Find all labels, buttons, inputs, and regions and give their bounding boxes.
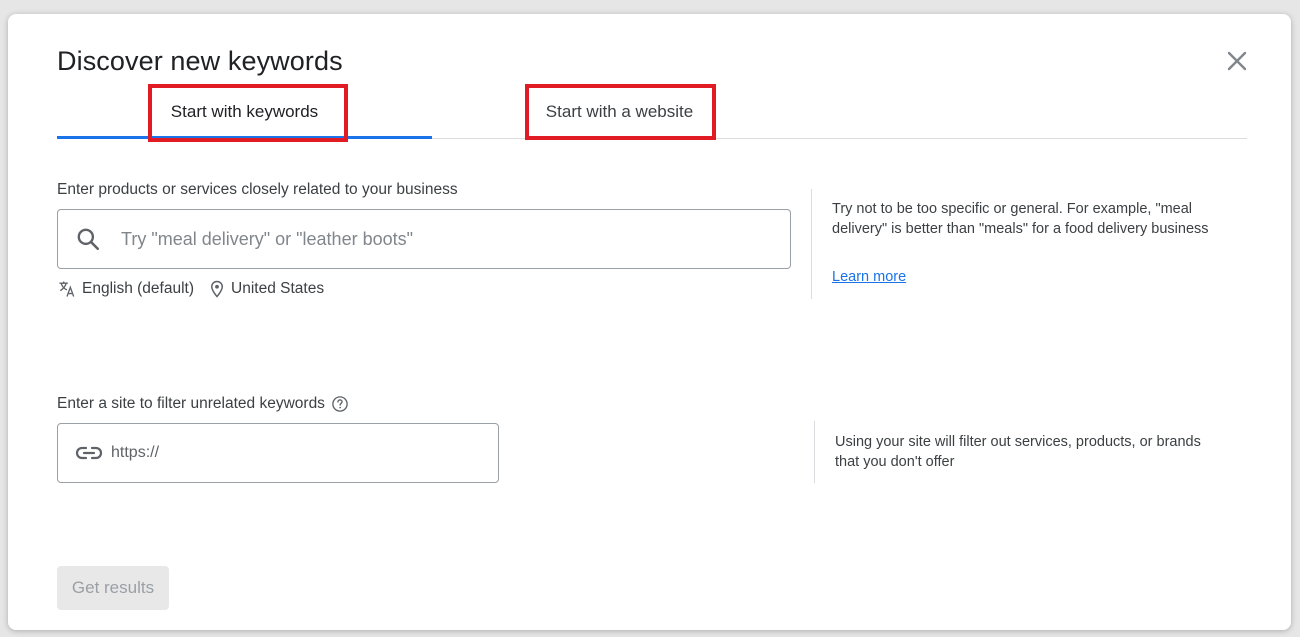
keywords-help-text: Try not to be too specific or general. F… bbox=[832, 201, 1209, 237]
site-input-container[interactable] bbox=[57, 423, 499, 483]
products-label: Enter products or services closely relat… bbox=[57, 181, 458, 198]
link-icon bbox=[75, 443, 103, 463]
keywords-input-container[interactable] bbox=[57, 209, 791, 269]
location-selector[interactable]: United States bbox=[208, 279, 324, 299]
search-icon bbox=[75, 226, 101, 252]
site-help-text: Using your site will filter out services… bbox=[835, 434, 1201, 470]
help-divider-2 bbox=[814, 421, 815, 483]
learn-more-link[interactable]: Learn more bbox=[832, 269, 906, 285]
close-button[interactable] bbox=[1224, 48, 1250, 74]
active-tab-indicator bbox=[57, 136, 432, 139]
site-label-row: Enter a site to filter unrelated keyword… bbox=[57, 395, 349, 413]
location-label: United States bbox=[231, 280, 325, 297]
dialog-title: Discover new keywords bbox=[57, 46, 343, 76]
help-circle-icon[interactable] bbox=[331, 395, 349, 413]
get-results-button[interactable]: Get results bbox=[57, 566, 169, 610]
translate-icon bbox=[59, 281, 75, 297]
tab-start-with-keywords[interactable]: Start with keywords bbox=[57, 84, 432, 139]
site-url-input[interactable] bbox=[111, 444, 471, 462]
discover-keywords-dialog: Discover new keywords Start with keyword… bbox=[8, 14, 1291, 630]
language-label: English (default) bbox=[82, 280, 195, 297]
tab-start-with-website[interactable]: Start with a website bbox=[432, 84, 807, 139]
help-divider-1 bbox=[811, 189, 812, 299]
targeting-row: English (default) United States bbox=[57, 279, 324, 299]
site-label: Enter a site to filter unrelated keyword… bbox=[57, 395, 325, 412]
location-pin-icon bbox=[211, 280, 224, 298]
keywords-input[interactable] bbox=[121, 228, 741, 250]
close-icon bbox=[1227, 51, 1247, 71]
language-selector[interactable]: English (default) bbox=[57, 279, 194, 299]
